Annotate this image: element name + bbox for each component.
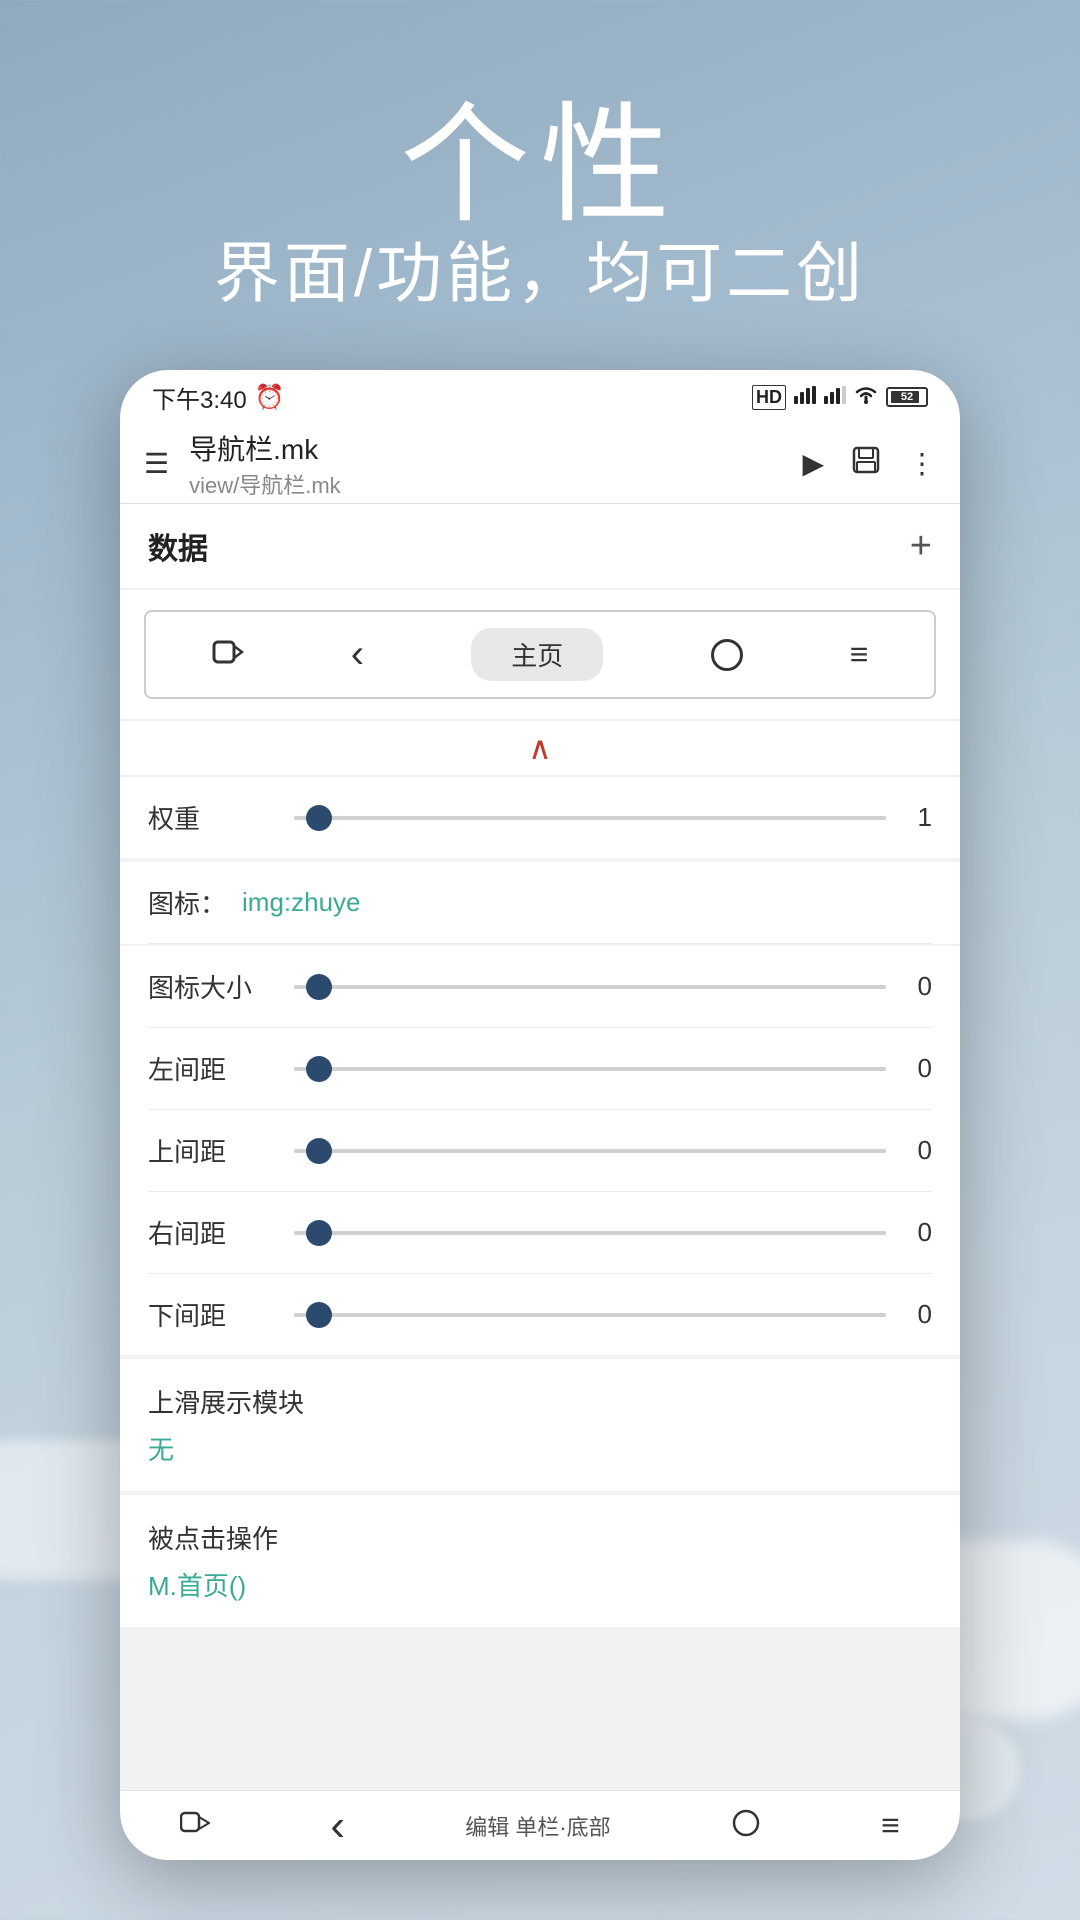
save-button[interactable]: [852, 445, 880, 482]
weight-fill: [294, 816, 886, 820]
left-margin-fill: [294, 1067, 886, 1071]
left-margin-slider[interactable]: [294, 1067, 886, 1071]
top-margin-slider[interactable]: [294, 1149, 886, 1153]
left-margin-value: 0: [902, 1053, 932, 1084]
bottom-nav-label: 编辑 单栏·底部: [465, 1810, 610, 1842]
bottom-margin-value: 0: [902, 1299, 932, 1330]
weight-track: [294, 816, 886, 820]
left-margin-row: 左间距 0: [148, 1028, 932, 1110]
weight-row: 权重 1: [148, 777, 932, 858]
wifi-icon: [854, 384, 878, 410]
nav-preview-home[interactable]: 主页: [471, 628, 603, 681]
bottom-margin-row: 下间距 0: [148, 1274, 932, 1355]
toolbar-actions: ▶ ⋮: [802, 445, 936, 482]
icon-row: 图标： img:zhuye: [148, 862, 932, 944]
page-subtitle: 界面/功能，均可二创: [0, 220, 1080, 316]
slide-module-title: 上滑展示模块: [148, 1383, 932, 1420]
left-margin-label: 左间距: [148, 1050, 278, 1087]
chevron-up-icon: ∧: [528, 730, 551, 766]
icon-section: 图标： img:zhuye: [120, 862, 960, 944]
nav-preview-box: ‹ 主页 ≡: [120, 590, 960, 719]
hd-badge-1: HD: [752, 385, 786, 410]
icon-size-fill: [294, 985, 886, 989]
right-margin-value: 0: [902, 1217, 932, 1248]
more-options-button[interactable]: ⋮: [908, 447, 936, 480]
click-action-title: 被点击操作: [148, 1519, 932, 1556]
status-right: HD 52: [752, 384, 928, 410]
data-section-title: 数据: [148, 524, 208, 568]
weight-thumb[interactable]: [306, 805, 332, 831]
alarm-icon: ⏰: [255, 383, 285, 412]
bottom-nav: ‹ 编辑 单栏·底部 ≡: [120, 1790, 960, 1860]
add-data-button[interactable]: +: [910, 525, 932, 568]
nav-preview-back[interactable]: ‹: [351, 632, 364, 677]
icon-size-thumb[interactable]: [306, 974, 332, 1000]
settings-section-weight: 权重 1: [120, 777, 960, 858]
top-margin-value: 0: [902, 1135, 932, 1166]
icon-size-slider[interactable]: [294, 985, 886, 989]
phone-frame: 下午3:40 ⏰ HD 52 ☰ 导航栏.mk view/导航栏.mk: [120, 370, 960, 1860]
bottom-margin-track: [294, 1313, 886, 1317]
icon-size-row: 图标大小 0: [148, 946, 932, 1028]
toolbar-menu-icon[interactable]: ☰: [144, 447, 169, 480]
top-margin-row: 上间距 0: [148, 1110, 932, 1192]
top-margin-thumb[interactable]: [306, 1138, 332, 1164]
bottom-nav-back-arrow[interactable]: ‹: [330, 1801, 345, 1851]
icon-size-label: 图标大小: [148, 968, 278, 1005]
nav-preview-menu[interactable]: ≡: [850, 636, 869, 673]
nav-preview-square: [212, 636, 244, 673]
data-section-header: 数据 +: [120, 504, 960, 588]
left-margin-thumb[interactable]: [306, 1056, 332, 1082]
top-margin-label: 上间距: [148, 1132, 278, 1169]
icon-label: 图标：: [148, 884, 226, 921]
bottom-margin-slider[interactable]: [294, 1313, 886, 1317]
bottom-margin-label: 下间距: [148, 1296, 278, 1333]
bottom-padding: [120, 1629, 960, 1669]
status-bar: 下午3:40 ⏰ HD 52: [120, 370, 960, 424]
app-toolbar: ☰ 导航栏.mk view/导航栏.mk ▶ ⋮: [120, 424, 960, 504]
weight-slider[interactable]: [294, 816, 886, 820]
weight-value: 1: [902, 802, 932, 833]
icon-size-value: 0: [902, 971, 932, 1002]
battery-level: 52: [901, 391, 913, 403]
bottom-nav-circle[interactable]: [731, 1808, 761, 1844]
bottom-margin-thumb[interactable]: [306, 1302, 332, 1328]
bottom-nav-menu[interactable]: ≡: [881, 1807, 900, 1844]
weight-label: 权重: [148, 799, 278, 836]
right-margin-slider[interactable]: [294, 1231, 886, 1235]
right-margin-thumb[interactable]: [306, 1220, 332, 1246]
nav-preview-circle[interactable]: [711, 639, 743, 671]
signal-icon-1: [794, 384, 816, 410]
click-action-value[interactable]: M.首页(): [148, 1566, 932, 1603]
bottom-nav-back[interactable]: [180, 1808, 210, 1844]
main-content: 数据 + ‹ 主页 ≡ ∧ 权重: [120, 504, 960, 1790]
top-margin-track: [294, 1149, 886, 1153]
bottom-margin-fill: [294, 1313, 886, 1317]
right-margin-row: 右间距 0: [148, 1192, 932, 1274]
icon-size-track: [294, 985, 886, 989]
slide-module-value[interactable]: 无: [148, 1430, 932, 1467]
toolbar-sub-title: view/导航栏.mk: [189, 468, 802, 500]
battery-indicator: 52: [886, 387, 928, 407]
left-margin-track: [294, 1067, 886, 1071]
icon-value[interactable]: img:zhuye: [242, 887, 361, 918]
status-time: 下午3:40: [152, 380, 247, 415]
right-margin-label: 右间距: [148, 1214, 278, 1251]
play-button[interactable]: ▶: [802, 447, 824, 480]
top-margin-fill: [294, 1149, 886, 1153]
right-margin-track: [294, 1231, 886, 1235]
right-margin-fill: [294, 1231, 886, 1235]
signal-icon-2: [824, 384, 846, 410]
toolbar-main-title: 导航栏.mk: [189, 428, 802, 468]
nav-preview-inner: ‹ 主页 ≡: [144, 610, 936, 699]
status-left: 下午3:40 ⏰: [152, 380, 285, 415]
click-action-section: 被点击操作 M.首页(): [120, 1495, 960, 1627]
slide-module-section: 上滑展示模块 无: [120, 1359, 960, 1491]
toolbar-title-area: 导航栏.mk view/导航栏.mk: [189, 428, 802, 500]
chevron-indicator[interactable]: ∧: [120, 721, 960, 775]
settings-section-icon: 图标大小 0 左间距 0: [120, 946, 960, 1355]
